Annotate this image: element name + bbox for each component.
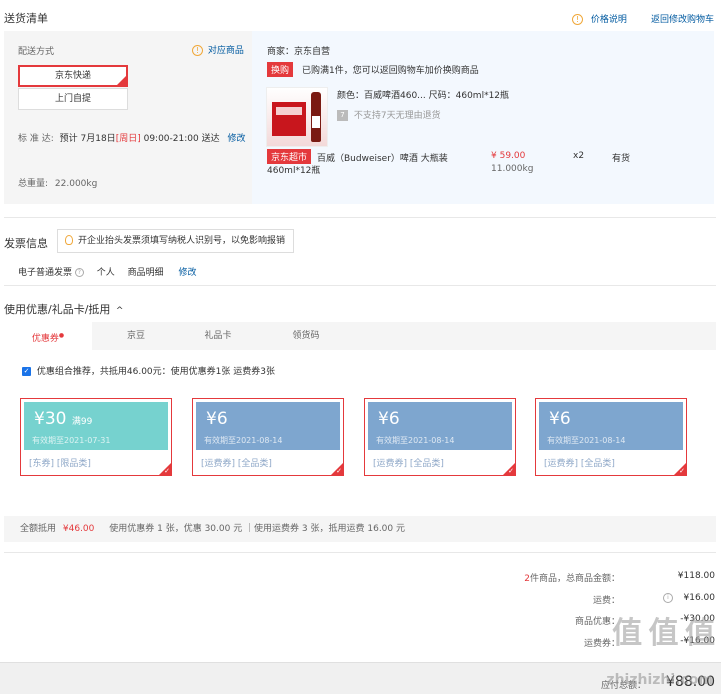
info-icon: ! <box>192 45 203 56</box>
product-quantity: x2 <box>573 151 585 161</box>
tab-redeem-code[interactable]: 领货码 <box>262 322 350 350</box>
price-note-link[interactable]: ! 价格说明 <box>572 12 627 25</box>
check-icon: ✓ <box>164 467 170 475</box>
coupon-header: ¥6 有效期至2021-08-14 <box>539 402 683 450</box>
invoice-details: 电子普通发票 ? 个人 商品明细 修改 <box>18 268 197 278</box>
tab-coupons[interactable]: 优惠券● <box>4 322 92 350</box>
freight-label: 运费： <box>592 596 620 606</box>
watermark-url: zhizhizhi.com <box>606 672 713 688</box>
coupon-card[interactable]: ¥30 满99 有效期至2021-07-31 [东券] [限品类] ✓ <box>20 398 172 476</box>
back-to-cart-link[interactable]: 返回修改购物车 <box>651 12 714 25</box>
supermarket-tag: 京东超市 <box>267 149 312 164</box>
combo-recommendation[interactable]: ✓ 优惠组合推荐，共抵用46.00元：使用优惠券1张 运费券3张 <box>22 364 275 377</box>
items-total-value: ¥118.00 <box>677 571 715 581</box>
product-image[interactable] <box>266 87 328 147</box>
divider <box>4 552 716 553</box>
check-icon: ✓ <box>679 467 685 475</box>
product-weight: 11.000kg <box>491 164 534 174</box>
help-icon: ? <box>74 268 84 277</box>
invoice-title: 发票信息 <box>4 237 48 250</box>
product-price: ¥ 59.00 <box>491 151 526 161</box>
shipping-option-self-pickup[interactable]: 上门自提 <box>18 88 128 110</box>
no-return-notice: 7 不支持7天无理由退货 <box>337 108 441 121</box>
coupon-card[interactable]: ¥6 有效期至2021-08-14 [运费券] [全品类] ✓ <box>364 398 516 476</box>
shipping-method-label: 配送方式 <box>18 47 55 57</box>
freight-info-icon[interactable]: i <box>663 593 673 603</box>
product-spec: 颜色：百威啤酒460... 尺码：460ml*12瓶 <box>337 91 510 101</box>
delivery-schedule: 标 准 达: 预计 7月18日[周日] 09:00-21:00 送达 修改 <box>18 134 246 144</box>
promo-text: 已购满1件，您可以返回购物车加价换购商品 <box>302 66 479 76</box>
freight-value: ¥16.00 <box>683 593 716 603</box>
beer-crate-icon <box>272 102 306 136</box>
coupon-card[interactable]: ¥6 有效期至2021-08-14 [运费券] [全品类] ✓ <box>535 398 687 476</box>
total-weight: 总重量: 22.000kg <box>18 179 98 189</box>
modify-invoice-link[interactable]: 修改 <box>179 268 197 278</box>
coupon-value: ¥6 <box>206 409 228 429</box>
coupon-header: ¥6 有效期至2021-08-14 <box>368 402 512 450</box>
coupon-value: ¥6 <box>549 409 571 429</box>
tab-jd-beans[interactable]: 京豆 <box>92 322 180 350</box>
items-count-label: 2件商品，总商品金额： <box>524 574 620 584</box>
invoice-tip: 开企业抬头发票须填写纳税人识别号，以免影响报销 <box>57 229 294 253</box>
shipping-option-jd-express[interactable]: 京东快递 <box>18 65 128 87</box>
stock-status: 有货 <box>612 154 631 164</box>
modify-schedule-link[interactable]: 修改 <box>227 134 245 144</box>
info-icon: ! <box>572 14 583 25</box>
coupon-value: ¥6 <box>378 409 400 429</box>
check-icon: ✓ <box>336 467 342 475</box>
discount-tabs: 优惠券● 京豆 礼品卡 领货码 <box>4 322 716 350</box>
product-name[interactable]: 百威（Budweiser）啤酒 大瓶装 <box>317 151 448 164</box>
section-title-delivery-list: 送货清单 <box>4 12 48 25</box>
product-name-line2[interactable]: 460ml*12瓶 <box>267 163 320 176</box>
chevron-up-icon: ^ <box>115 306 124 316</box>
matching-goods-link[interactable]: ! 对应商品 <box>192 43 244 56</box>
checkbox-icon[interactable]: ✓ <box>22 367 31 376</box>
discount-summary: 全额抵用 ¥46.00 使用优惠券 1 张，优惠 30.00 元 ｜使用运费券 … <box>4 516 716 542</box>
lightbulb-icon <box>65 235 73 245</box>
merchant-name: 商家：京东自营 <box>267 47 331 57</box>
coupon-header: ¥6 有效期至2021-08-14 <box>196 402 340 450</box>
watermark-logo: 值 值 值 <box>612 616 715 651</box>
discount-section-toggle[interactable]: 使用优惠/礼品卡/抵用 ^ <box>4 301 123 317</box>
no-return-icon: 7 <box>337 110 348 121</box>
check-icon: ✓ <box>508 467 514 475</box>
coupon-value: ¥30 满99 <box>34 409 93 429</box>
divider <box>4 285 716 286</box>
coupon-card[interactable]: ¥6 有效期至2021-08-14 [运费券] [全品类] ✓ <box>192 398 344 476</box>
coupon-header: ¥30 满99 有效期至2021-07-31 <box>24 402 168 450</box>
divider <box>4 217 716 218</box>
beer-bottle-icon <box>311 92 321 142</box>
promo-tag: 换购 <box>267 62 294 77</box>
tab-gift-card[interactable]: 礼品卡 <box>174 322 262 350</box>
